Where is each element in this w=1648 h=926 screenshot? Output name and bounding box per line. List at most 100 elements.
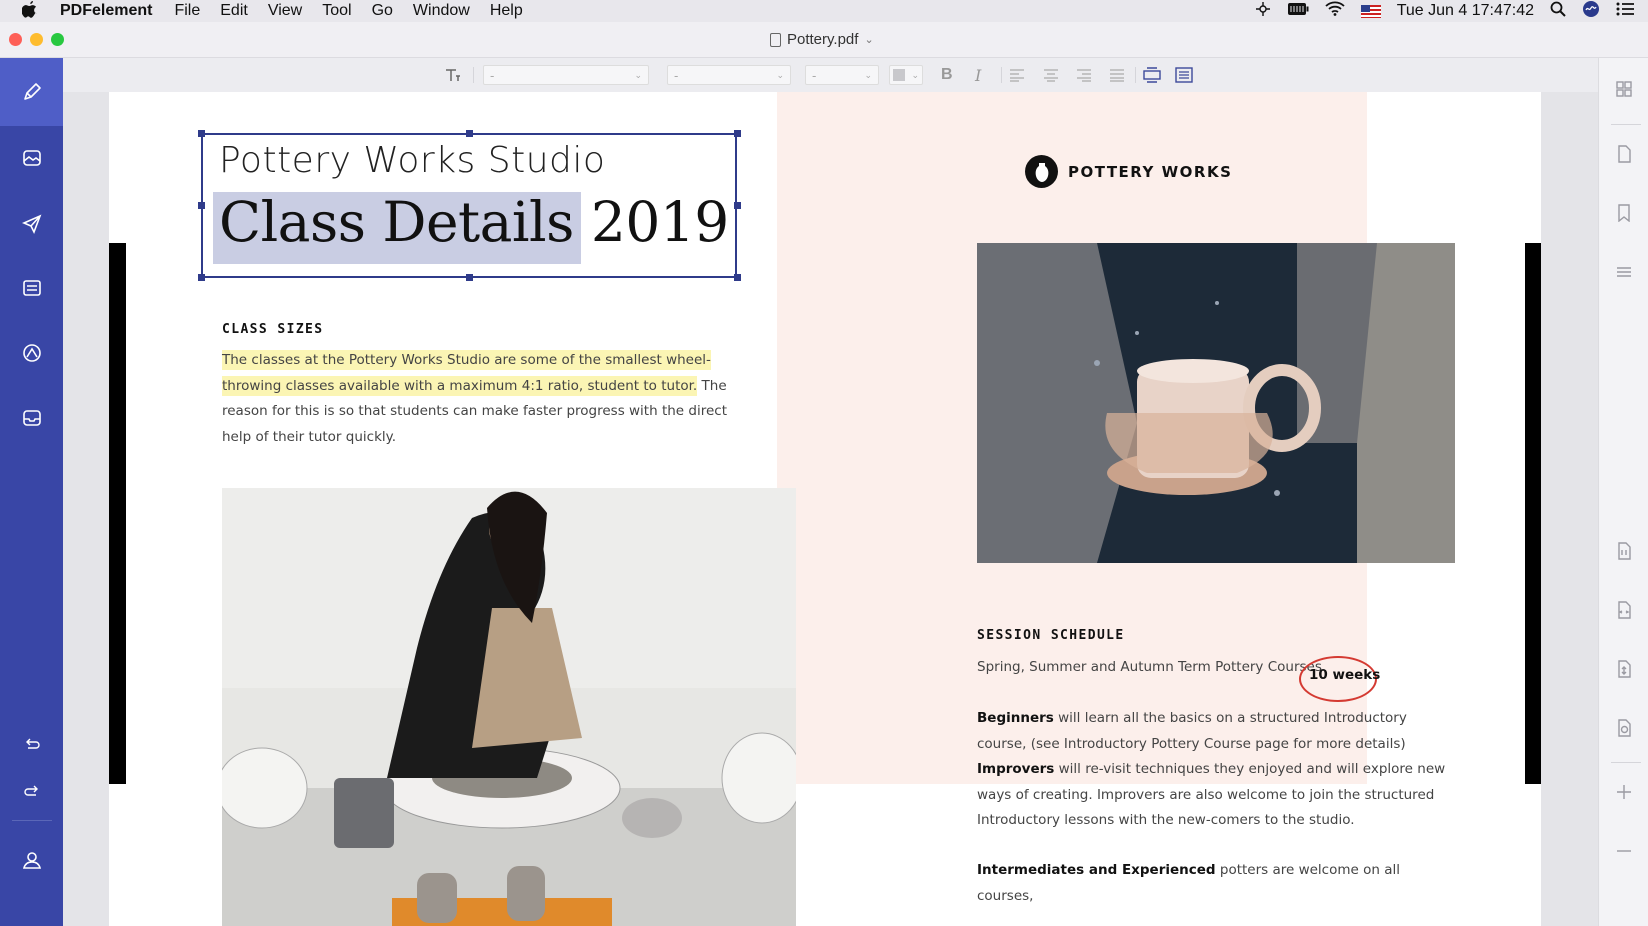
resize-handle-top-center[interactable] xyxy=(466,130,473,137)
menu-go[interactable]: Go xyxy=(372,2,393,20)
notification-center-icon[interactable] xyxy=(1616,2,1634,21)
session-schedule-heading[interactable]: SESSION SCHEDULE xyxy=(977,628,1125,643)
right-side-panel xyxy=(1598,58,1648,926)
justify-icon xyxy=(1110,69,1124,82)
redo-button[interactable] xyxy=(0,762,63,822)
location-icon[interactable] xyxy=(1255,1,1271,22)
session-line[interactable]: Spring, Summer and Autumn Term Pottery C… xyxy=(977,655,1322,681)
siri-icon[interactable] xyxy=(1582,0,1600,23)
minimize-window-button[interactable] xyxy=(30,33,43,46)
image-icon xyxy=(22,150,41,166)
line-mode-icon xyxy=(1143,67,1161,83)
thumbnails-button[interactable] xyxy=(1599,80,1648,98)
align-right-button[interactable] xyxy=(1076,65,1092,85)
potter-at-wheel-photo[interactable] xyxy=(222,488,796,926)
logo-name: POTTERY WORKS xyxy=(1068,162,1233,181)
highlighted-text-line-1[interactable]: The classes at the Pottery Works Studio … xyxy=(222,350,711,370)
resize-handle-middle-right[interactable] xyxy=(734,202,741,209)
document-title-label: Pottery.pdf xyxy=(787,31,859,48)
class-sizes-text: help of their tutor quickly. xyxy=(222,428,396,445)
fullscreen-window-button[interactable] xyxy=(51,33,64,46)
highlighted-text-line-2[interactable]: throwing classes available with a maximu… xyxy=(222,375,698,396)
undo-icon xyxy=(25,738,40,749)
bold-button[interactable]: B xyxy=(941,65,953,85)
fit-page-button[interactable] xyxy=(1599,660,1648,678)
rotate-view-button[interactable] xyxy=(1599,719,1648,737)
send-tool-button[interactable] xyxy=(0,189,63,257)
resize-handle-bottom-left[interactable] xyxy=(198,274,205,281)
left-tool-sidebar xyxy=(0,58,63,926)
menu-help[interactable]: Help xyxy=(490,2,523,20)
hands-holding-mug-photo[interactable] xyxy=(977,243,1455,563)
redo-icon xyxy=(23,785,38,796)
form-tool-button[interactable] xyxy=(0,254,63,322)
resize-handle-top-left[interactable] xyxy=(198,130,205,137)
class-sizes-text: reason for this is so that students can … xyxy=(222,403,727,419)
chevron-down-icon[interactable]: ⌄ xyxy=(864,33,873,46)
bookmarks-button[interactable] xyxy=(1599,204,1648,222)
sign-tool-button[interactable] xyxy=(0,319,63,387)
spotlight-search-icon[interactable] xyxy=(1550,1,1566,22)
improvers-text: ways of creating. Improvers are also wel… xyxy=(977,786,1435,803)
align-left-button[interactable] xyxy=(1009,65,1025,85)
class-sizes-paragraph[interactable]: The classes at the Pottery Works Studio … xyxy=(222,348,742,450)
signature-icon xyxy=(22,344,41,362)
app-menu[interactable]: PDFelement xyxy=(60,2,152,20)
page-button[interactable] xyxy=(1599,145,1648,163)
improvers-paragraph[interactable]: Improvers will re-visit techniques they … xyxy=(977,757,1447,834)
outline-button[interactable] xyxy=(1599,263,1648,281)
menu-file[interactable]: File xyxy=(174,2,200,20)
resize-handle-bottom-right[interactable] xyxy=(734,274,741,281)
beginners-text: will learn all the basics on a structure… xyxy=(1053,710,1407,726)
actual-size-button[interactable] xyxy=(1599,542,1648,560)
beginners-label: Beginners xyxy=(977,710,1054,726)
document-canvas[interactable]: Pottery Works Studio Class Details 2019 … xyxy=(63,92,1598,926)
apple-menu-icon[interactable] xyxy=(0,0,60,23)
input-source-flag-icon[interactable] xyxy=(1360,4,1381,18)
text-box-selection-frame[interactable] xyxy=(201,133,737,278)
text-tool-icon[interactable] xyxy=(443,65,461,85)
bookmark-icon xyxy=(1618,204,1630,222)
paragraph-mode-button[interactable] xyxy=(1175,65,1193,85)
font-size-select[interactable]: - ⌄ xyxy=(805,65,879,85)
zoom-in-button[interactable] xyxy=(1599,783,1648,801)
align-left-icon xyxy=(1010,69,1024,82)
zoom-out-button[interactable] xyxy=(1599,842,1648,860)
beginners-paragraph[interactable]: Beginners will learn all the basics on a… xyxy=(977,706,1447,757)
rotate-page-icon xyxy=(1618,719,1631,737)
organize-tool-button[interactable] xyxy=(0,384,63,452)
ten-weeks-label[interactable]: 10 weeks xyxy=(1309,667,1380,683)
paragraph-mode-icon xyxy=(1175,67,1193,83)
image-tool-button[interactable] xyxy=(0,124,63,192)
document-title[interactable]: Pottery.pdf ⌄ xyxy=(770,31,874,48)
wifi-icon[interactable] xyxy=(1325,1,1345,21)
font-color-select[interactable]: ⌄ xyxy=(889,65,923,85)
minus-icon xyxy=(1617,850,1631,852)
battery-icon[interactable] xyxy=(1287,2,1309,21)
resize-handle-top-right[interactable] xyxy=(734,130,741,137)
close-window-button[interactable] xyxy=(9,33,22,46)
grid-icon xyxy=(1616,81,1632,97)
align-center-button[interactable] xyxy=(1043,65,1059,85)
menu-edit[interactable]: Edit xyxy=(220,2,248,20)
fit-width-button[interactable] xyxy=(1599,601,1648,619)
menubar-clock[interactable]: Tue Jun 4 17:47:42 xyxy=(1397,2,1534,20)
menu-tool[interactable]: Tool xyxy=(322,2,351,20)
align-center-icon xyxy=(1044,69,1058,82)
inbox-icon xyxy=(22,410,41,426)
font-family-select[interactable]: - ⌄ xyxy=(483,65,649,85)
italic-button[interactable]: I xyxy=(975,65,981,85)
justify-button[interactable] xyxy=(1109,65,1125,85)
line-mode-button[interactable] xyxy=(1143,65,1161,85)
menu-view[interactable]: View xyxy=(268,2,302,20)
resize-handle-middle-left[interactable] xyxy=(198,202,205,209)
account-button[interactable] xyxy=(0,830,63,890)
paper-plane-icon xyxy=(21,214,41,234)
font-style-select[interactable]: - ⌄ xyxy=(667,65,791,85)
intermediates-paragraph[interactable]: Intermediates and Experienced potters ar… xyxy=(977,858,1447,909)
menu-window[interactable]: Window xyxy=(413,2,470,20)
class-sizes-heading[interactable]: CLASS SIZES xyxy=(222,322,324,337)
resize-handle-bottom-center[interactable] xyxy=(466,274,473,281)
pdf-page[interactable]: Pottery Works Studio Class Details 2019 … xyxy=(109,92,1541,926)
edit-tool-button[interactable] xyxy=(0,58,63,126)
